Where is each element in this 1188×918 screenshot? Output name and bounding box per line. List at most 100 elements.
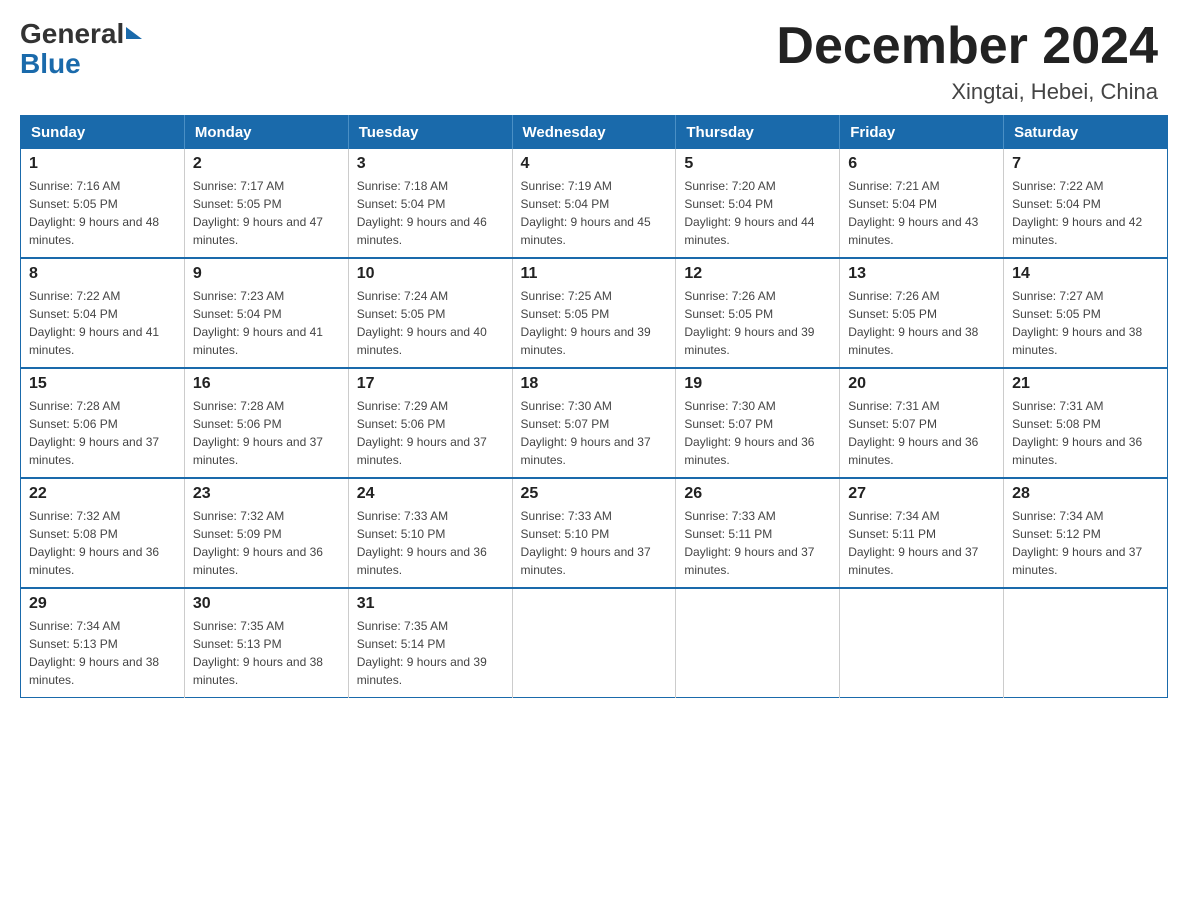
day-number: 29 [29, 595, 176, 613]
location-title: Xingtai, Hebei, China [776, 79, 1158, 105]
day-number: 28 [1012, 485, 1159, 503]
col-monday: Monday [184, 116, 348, 150]
day-number: 22 [29, 485, 176, 503]
day-number: 23 [193, 485, 340, 503]
day-info: Sunrise: 7:28 AMSunset: 5:06 PMDaylight:… [193, 397, 340, 469]
calendar-week-1: 1Sunrise: 7:16 AMSunset: 5:05 PMDaylight… [21, 149, 1168, 258]
day-number: 1 [29, 155, 176, 173]
day-info: Sunrise: 7:26 AMSunset: 5:05 PMDaylight:… [848, 287, 995, 359]
calendar-cell [676, 588, 840, 698]
day-number: 17 [357, 375, 504, 393]
calendar-week-2: 8 Sunrise: 7:22 AMSunset: 5:04 PMDaylight… [21, 258, 1168, 368]
day-number: 2 [193, 155, 340, 173]
day-number: 3 [357, 155, 504, 173]
logo-general-text: General [20, 18, 124, 50]
day-info: Sunrise: 7:18 AMSunset: 5:04 PMDaylight:… [357, 177, 504, 249]
day-number: 5 [684, 155, 831, 173]
calendar-header-row: Sunday Monday Tuesday Wednesday Thursday… [21, 116, 1168, 150]
day-number: 4 [521, 155, 668, 173]
day-number: 30 [193, 595, 340, 613]
col-tuesday: Tuesday [348, 116, 512, 150]
calendar-cell [1004, 588, 1168, 698]
calendar-table: Sunday Monday Tuesday Wednesday Thursday… [20, 115, 1168, 698]
day-info: Sunrise: 7:24 AMSunset: 5:05 PMDaylight:… [357, 287, 504, 359]
day-info: Sunrise: 7:30 AMSunset: 5:07 PMDaylight:… [684, 397, 831, 469]
col-friday: Friday [840, 116, 1004, 150]
calendar-cell: 27Sunrise: 7:34 AMSunset: 5:11 PMDayligh… [840, 478, 1004, 588]
day-number: 25 [521, 485, 668, 503]
calendar-cell: 16 Sunrise: 7:28 AMSunset: 5:06 PMDayligh… [184, 368, 348, 478]
day-info: Sunrise: 7:32 AMSunset: 5:08 PMDaylight:… [29, 507, 176, 579]
calendar-week-3: 15 Sunrise: 7:28 AMSunset: 5:06 PMDayligh… [21, 368, 1168, 478]
logo: General Blue [20, 18, 142, 78]
day-number: 11 [521, 265, 668, 283]
day-number: 31 [357, 595, 504, 613]
calendar-cell: 12Sunrise: 7:26 AMSunset: 5:05 PMDayligh… [676, 258, 840, 368]
calendar-week-4: 22 Sunrise: 7:32 AMSunset: 5:08 PMDayligh… [21, 478, 1168, 588]
day-info: Sunrise: 7:35 AMSunset: 5:13 PMDaylight:… [193, 617, 340, 689]
day-info: Sunrise: 7:31 AMSunset: 5:07 PMDaylight:… [848, 397, 995, 469]
day-info: Sunrise: 7:20 AMSunset: 5:04 PMDaylight:… [684, 177, 831, 249]
day-info: Sunrise: 7:27 AMSunset: 5:05 PMDaylight:… [1012, 287, 1159, 359]
day-number: 6 [848, 155, 995, 173]
calendar-cell: 19Sunrise: 7:30 AMSunset: 5:07 PMDayligh… [676, 368, 840, 478]
day-number: 13 [848, 265, 995, 283]
calendar-cell: 7Sunrise: 7:22 AMSunset: 5:04 PMDaylight… [1004, 149, 1168, 258]
col-sunday: Sunday [21, 116, 185, 150]
calendar-cell: 2 Sunrise: 7:17 AMSunset: 5:05 PMDaylight… [184, 149, 348, 258]
day-info: Sunrise: 7:33 AMSunset: 5:10 PMDaylight:… [521, 507, 668, 579]
day-number: 24 [357, 485, 504, 503]
col-saturday: Saturday [1004, 116, 1168, 150]
calendar-cell: 17 Sunrise: 7:29 AMSunset: 5:06 PMDayligh… [348, 368, 512, 478]
calendar-cell: 21 Sunrise: 7:31 AMSunset: 5:08 PMDayligh… [1004, 368, 1168, 478]
day-info: Sunrise: 7:29 AMSunset: 5:06 PMDaylight:… [357, 397, 504, 469]
day-info: Sunrise: 7:31 AMSunset: 5:08 PMDaylight:… [1012, 397, 1159, 469]
page-header: General Blue December 2024 Xingtai, Hebe… [0, 0, 1188, 115]
calendar-cell: 9Sunrise: 7:23 AMSunset: 5:04 PMDaylight… [184, 258, 348, 368]
day-info: Sunrise: 7:34 AMSunset: 5:12 PMDaylight:… [1012, 507, 1159, 579]
calendar-cell: 3 Sunrise: 7:18 AMSunset: 5:04 PMDaylight… [348, 149, 512, 258]
calendar-cell: 14 Sunrise: 7:27 AMSunset: 5:05 PMDayligh… [1004, 258, 1168, 368]
col-wednesday: Wednesday [512, 116, 676, 150]
calendar-cell: 30 Sunrise: 7:35 AMSunset: 5:13 PMDayligh… [184, 588, 348, 698]
calendar-cell: 4 Sunrise: 7:19 AMSunset: 5:04 PMDaylight… [512, 149, 676, 258]
calendar-cell: 6 Sunrise: 7:21 AMSunset: 5:04 PMDaylight… [840, 149, 1004, 258]
calendar-cell: 31 Sunrise: 7:35 AMSunset: 5:14 PMDayligh… [348, 588, 512, 698]
day-number: 18 [521, 375, 668, 393]
calendar-cell: 5 Sunrise: 7:20 AMSunset: 5:04 PMDaylight… [676, 149, 840, 258]
day-info: Sunrise: 7:34 AMSunset: 5:13 PMDaylight:… [29, 617, 176, 689]
day-info: Sunrise: 7:33 AMSunset: 5:11 PMDaylight:… [684, 507, 831, 579]
calendar-cell: 28 Sunrise: 7:34 AMSunset: 5:12 PMDayligh… [1004, 478, 1168, 588]
day-number: 14 [1012, 265, 1159, 283]
day-info: Sunrise: 7:17 AMSunset: 5:05 PMDaylight:… [193, 177, 340, 249]
calendar-cell: 10 Sunrise: 7:24 AMSunset: 5:05 PMDayligh… [348, 258, 512, 368]
col-thursday: Thursday [676, 116, 840, 150]
calendar-cell [512, 588, 676, 698]
day-info: Sunrise: 7:22 AMSunset: 5:04 PMDaylight:… [29, 287, 176, 359]
title-section: December 2024 Xingtai, Hebei, China [776, 18, 1158, 105]
day-number: 15 [29, 375, 176, 393]
day-info: Sunrise: 7:35 AMSunset: 5:14 PMDaylight:… [357, 617, 504, 689]
day-number: 7 [1012, 155, 1159, 173]
calendar-cell: 8 Sunrise: 7:22 AMSunset: 5:04 PMDaylight… [21, 258, 185, 368]
calendar-cell: 15Sunrise: 7:28 AMSunset: 5:06 PMDayligh… [21, 368, 185, 478]
day-number: 16 [193, 375, 340, 393]
day-info: Sunrise: 7:32 AMSunset: 5:09 PMDaylight:… [193, 507, 340, 579]
calendar-week-5: 29 Sunrise: 7:34 AMSunset: 5:13 PMDayligh… [21, 588, 1168, 698]
calendar-cell: 13 Sunrise: 7:26 AMSunset: 5:05 PMDayligh… [840, 258, 1004, 368]
calendar-cell: 18 Sunrise: 7:30 AMSunset: 5:07 PMDayligh… [512, 368, 676, 478]
calendar-cell: 1Sunrise: 7:16 AMSunset: 5:05 PMDaylight… [21, 149, 185, 258]
day-info: Sunrise: 7:19 AMSunset: 5:04 PMDaylight:… [521, 177, 668, 249]
calendar-cell: 26Sunrise: 7:33 AMSunset: 5:11 PMDayligh… [676, 478, 840, 588]
calendar-cell: 25 Sunrise: 7:33 AMSunset: 5:10 PMDayligh… [512, 478, 676, 588]
calendar-cell: 23 Sunrise: 7:32 AMSunset: 5:09 PMDayligh… [184, 478, 348, 588]
day-number: 21 [1012, 375, 1159, 393]
calendar-cell [840, 588, 1004, 698]
logo-blue-text: Blue [20, 50, 81, 78]
day-number: 8 [29, 265, 176, 283]
day-number: 10 [357, 265, 504, 283]
day-info: Sunrise: 7:30 AMSunset: 5:07 PMDaylight:… [521, 397, 668, 469]
day-info: Sunrise: 7:21 AMSunset: 5:04 PMDaylight:… [848, 177, 995, 249]
day-info: Sunrise: 7:33 AMSunset: 5:10 PMDaylight:… [357, 507, 504, 579]
logo-arrow-icon [126, 27, 142, 39]
